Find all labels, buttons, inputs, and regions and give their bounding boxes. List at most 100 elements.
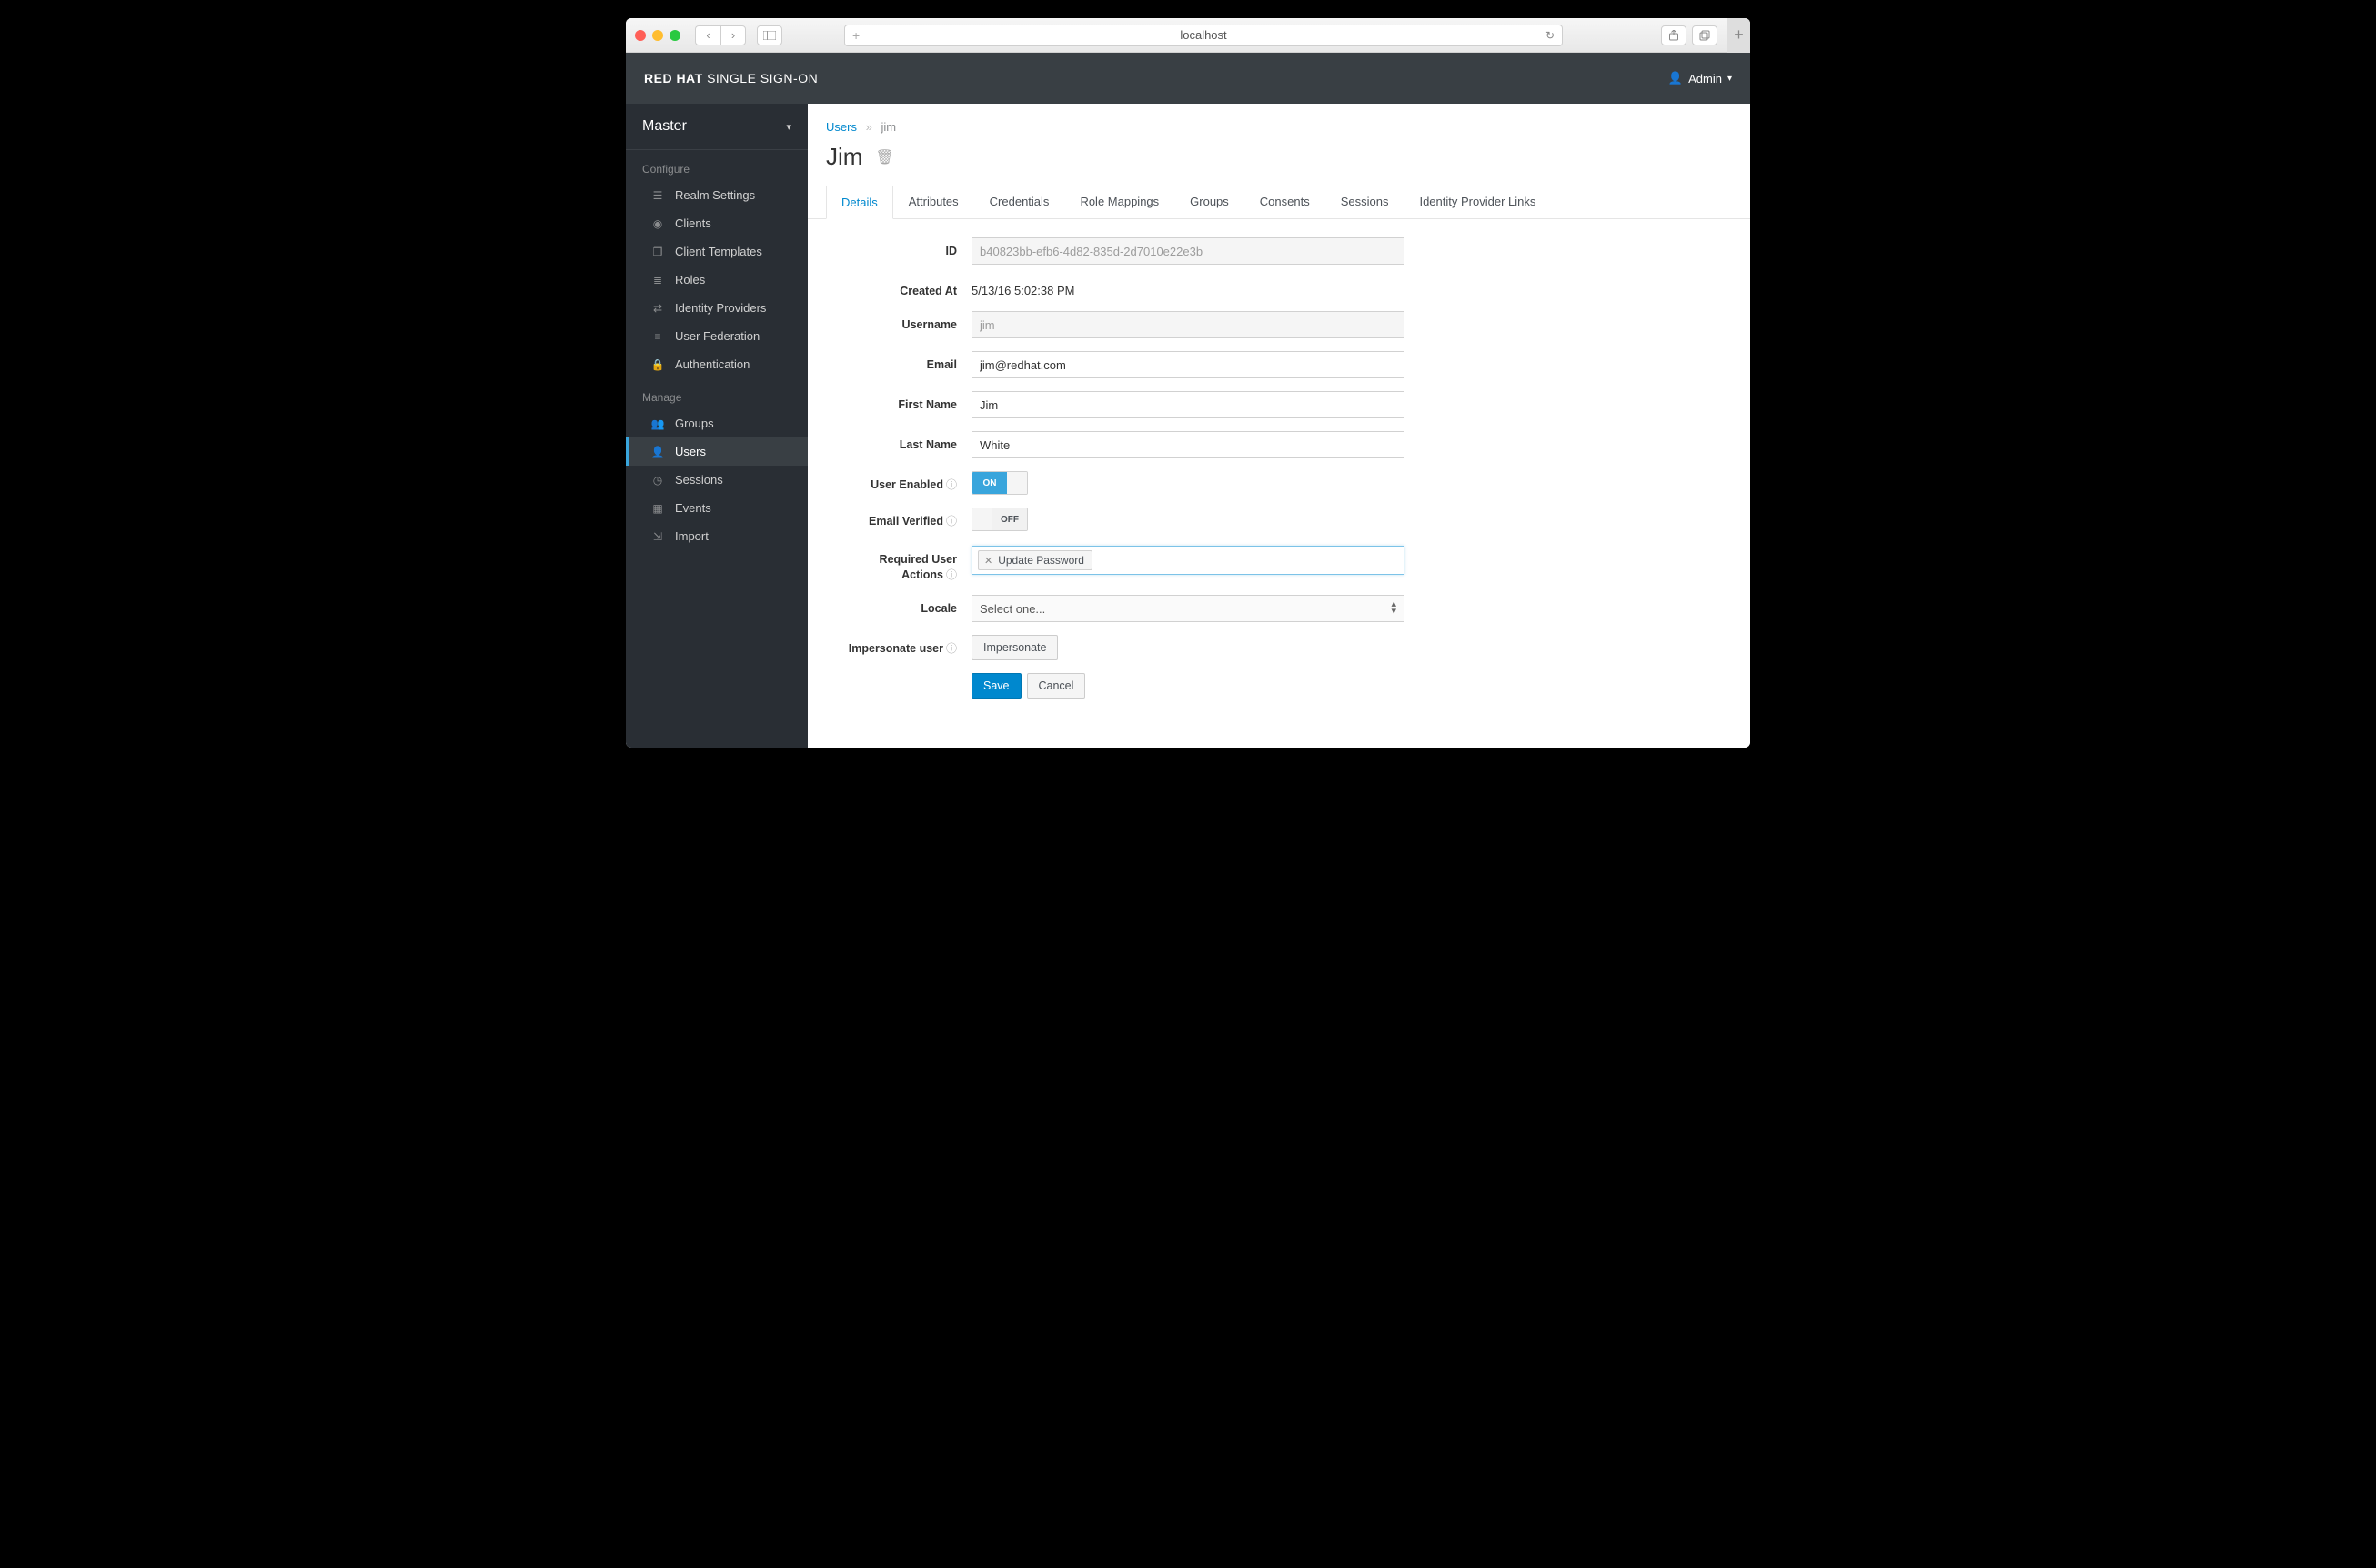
locale-placeholder: Select one...	[980, 602, 1045, 616]
chevron-down-icon: ▾	[1727, 74, 1732, 84]
select-caret-icon: ▴▾	[1391, 601, 1396, 615]
save-button[interactable]: Save	[972, 673, 1022, 699]
label-user-enabled: User Enabledⓘ	[826, 471, 972, 493]
maximize-window-icon[interactable]	[670, 30, 680, 41]
label-locale: Locale	[826, 595, 972, 616]
list-icon: ≣	[651, 274, 664, 286]
sidebar-item-label: Events	[675, 501, 711, 515]
last-name-field[interactable]	[972, 431, 1404, 458]
trash-icon[interactable]: 🗑	[875, 148, 893, 166]
tab-identity-provider-links[interactable]: Identity Provider Links	[1404, 185, 1551, 219]
sidebar-item-events[interactable]: ▦ Events	[626, 494, 808, 522]
help-icon[interactable]: ⓘ	[946, 568, 957, 581]
address-bar[interactable]: + localhost ↻	[844, 25, 1563, 46]
reload-icon[interactable]: ↻	[1545, 29, 1555, 42]
tab-groups[interactable]: Groups	[1174, 185, 1244, 219]
user-menu[interactable]: 👤 Admin ▾	[1668, 71, 1732, 85]
exchange-icon: ⇄	[651, 302, 664, 315]
breadcrumb-root[interactable]: Users	[826, 120, 857, 134]
sidebar-item-label: Identity Providers	[675, 301, 766, 315]
tab-attributes[interactable]: Attributes	[893, 185, 974, 219]
sidebar-toggle-button[interactable]	[757, 25, 782, 45]
close-window-icon[interactable]	[635, 30, 646, 41]
help-icon[interactable]: ⓘ	[946, 642, 957, 655]
add-icon: +	[852, 28, 860, 43]
sliders-icon: ☰	[651, 189, 664, 202]
page-title: Jim	[826, 143, 862, 171]
realm-name: Master	[642, 118, 687, 135]
browser-chrome: ‹ › + localhost ↻ +	[626, 18, 1750, 53]
sidebar-item-label: Roles	[675, 273, 705, 286]
main-content: Users » jim Jim 🗑 Details Attributes Cre…	[808, 104, 1750, 748]
sidebar-item-realm-settings[interactable]: ☰ Realm Settings	[626, 181, 808, 209]
sidebar-item-client-templates[interactable]: ❒ Client Templates	[626, 237, 808, 266]
email-verified-toggle[interactable]: OFF	[972, 508, 1028, 531]
tab-credentials[interactable]: Credentials	[974, 185, 1065, 219]
toggle-handle	[972, 508, 992, 530]
email-field[interactable]	[972, 351, 1404, 378]
breadcrumb-current: jim	[881, 120, 896, 134]
sidebar-item-identity-providers[interactable]: ⇄ Identity Providers	[626, 294, 808, 322]
chevron-down-icon: ▾	[786, 121, 791, 133]
sidebar-item-import[interactable]: ⇲ Import	[626, 522, 808, 550]
database-icon: ≡	[651, 330, 664, 343]
help-icon[interactable]: ⓘ	[946, 478, 957, 491]
sidebar-item-label: Realm Settings	[675, 188, 755, 202]
sidebar-item-groups[interactable]: 👥 Groups	[626, 409, 808, 437]
required-actions-input[interactable]: ✕ Update Password	[972, 546, 1404, 575]
user-icon: 👤	[651, 446, 664, 458]
user-icon: 👤	[1668, 71, 1683, 85]
brand-logo[interactable]: RED HAT SINGLE SIGN-ON	[644, 71, 818, 85]
tab-sessions[interactable]: Sessions	[1325, 185, 1404, 219]
user-label: Admin	[1688, 72, 1722, 85]
sidebar-item-roles[interactable]: ≣ Roles	[626, 266, 808, 294]
tabs: Details Attributes Credentials Role Mapp…	[808, 184, 1750, 219]
sidebar-item-authentication[interactable]: 🔒 Authentication	[626, 350, 808, 378]
sidebar-section-configure: Configure	[626, 150, 808, 181]
help-icon[interactable]: ⓘ	[946, 515, 957, 528]
sidebar-item-label: Client Templates	[675, 245, 762, 258]
share-button[interactable]	[1661, 25, 1686, 45]
sidebar-item-label: Clients	[675, 216, 711, 230]
page-title-row: Jim 🗑	[808, 139, 1750, 184]
sidebar-item-label: Authentication	[675, 357, 750, 371]
cancel-button[interactable]: Cancel	[1027, 673, 1086, 699]
required-action-tag: ✕ Update Password	[978, 550, 1092, 570]
user-enabled-toggle[interactable]: ON	[972, 471, 1028, 495]
sidebar-item-label: Sessions	[675, 473, 723, 487]
sidebar-item-label: User Federation	[675, 329, 760, 343]
username-field	[972, 311, 1404, 338]
sidebar-item-label: Users	[675, 445, 706, 458]
new-tab-button[interactable]: +	[1727, 18, 1750, 53]
calendar-icon: ▦	[651, 502, 664, 515]
tab-role-mappings[interactable]: Role Mappings	[1064, 185, 1174, 219]
locale-select[interactable]: Select one... ▴▾	[972, 595, 1404, 622]
tab-details[interactable]: Details	[826, 185, 893, 219]
sidebar-item-user-federation[interactable]: ≡ User Federation	[626, 322, 808, 350]
label-id: ID	[826, 237, 972, 258]
remove-tag-icon[interactable]: ✕	[984, 555, 992, 567]
brand-bold: RED HAT	[644, 71, 703, 85]
tabs-button[interactable]	[1692, 25, 1717, 45]
nav-buttons: ‹ ›	[695, 25, 746, 45]
sidebar-item-sessions[interactable]: ◷ Sessions	[626, 466, 808, 494]
sidebar-section-manage: Manage	[626, 378, 808, 409]
sidebar-item-label: Import	[675, 529, 709, 543]
forward-button[interactable]: ›	[720, 25, 746, 45]
label-username: Username	[826, 311, 972, 332]
tab-consents[interactable]: Consents	[1244, 185, 1325, 219]
minimize-window-icon[interactable]	[652, 30, 663, 41]
first-name-field[interactable]	[972, 391, 1404, 418]
lock-icon: 🔒	[651, 358, 664, 371]
sidebar-item-clients[interactable]: ◉ Clients	[626, 209, 808, 237]
toggle-off-label: OFF	[992, 508, 1027, 530]
app-body: Master ▾ Configure ☰ Realm Settings ◉ Cl…	[626, 104, 1750, 748]
tag-label: Update Password	[998, 554, 1084, 567]
toggle-handle	[1007, 472, 1027, 494]
label-required-user-actions: Required User Actionsⓘ	[826, 546, 972, 582]
impersonate-button[interactable]: Impersonate	[972, 635, 1058, 660]
sidebar-item-users[interactable]: 👤 Users	[626, 437, 808, 466]
back-button[interactable]: ‹	[695, 25, 720, 45]
realm-selector[interactable]: Master ▾	[626, 104, 808, 150]
label-email: Email	[826, 351, 972, 372]
